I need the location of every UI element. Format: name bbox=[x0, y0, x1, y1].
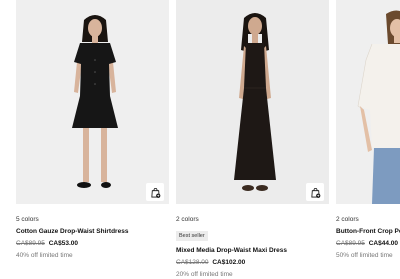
sale-price: CA$102.00 bbox=[212, 259, 246, 266]
product-image[interactable] bbox=[16, 0, 169, 204]
sale-price: CA$53.00 bbox=[48, 240, 79, 247]
model-photo bbox=[336, 0, 400, 204]
add-to-bag-button[interactable] bbox=[306, 183, 324, 201]
product-card[interactable]: 5 colors Cotton Gauze Drop-Waist Shirtdr… bbox=[16, 0, 169, 260]
product-card[interactable]: 2 colors Button-Front Crop Pep CA$89.95 … bbox=[336, 0, 400, 260]
add-to-bag-button[interactable] bbox=[146, 183, 164, 201]
original-price: CA$89.95 bbox=[336, 240, 365, 247]
product-image[interactable] bbox=[336, 0, 400, 204]
product-card[interactable]: 2 colors Best seller Mixed Media Drop-Wa… bbox=[176, 0, 329, 279]
color-count: 2 colors bbox=[336, 216, 359, 223]
promo-text: 20% off limited time bbox=[176, 271, 233, 278]
sale-price: CA$44.00 bbox=[368, 240, 399, 247]
promo-text: 40% off limited time bbox=[16, 252, 73, 259]
add-to-bag-icon bbox=[150, 187, 160, 198]
product-name[interactable]: Cotton Gauze Drop-Waist Shirtdress bbox=[16, 227, 169, 236]
color-count: 5 colors bbox=[16, 216, 39, 223]
promo-text: 50% off limited time bbox=[336, 252, 393, 259]
product-name[interactable]: Button-Front Crop Pep bbox=[336, 227, 400, 236]
product-name[interactable]: Mixed Media Drop-Waist Maxi Dress bbox=[176, 246, 329, 255]
price: CA$128.00 CA$102.00 bbox=[176, 258, 329, 267]
best-seller-badge: Best seller bbox=[176, 231, 208, 241]
color-count: 2 colors bbox=[176, 216, 199, 223]
original-price: CA$128.00 bbox=[176, 259, 209, 266]
product-image[interactable] bbox=[176, 0, 329, 204]
price: CA$89.95 CA$53.00 bbox=[16, 239, 169, 248]
model-photo bbox=[176, 0, 329, 204]
price: CA$89.95 CA$44.00 bbox=[336, 239, 400, 248]
original-price: CA$89.95 bbox=[16, 240, 45, 247]
add-to-bag-icon bbox=[310, 187, 320, 198]
model-photo bbox=[16, 0, 169, 204]
